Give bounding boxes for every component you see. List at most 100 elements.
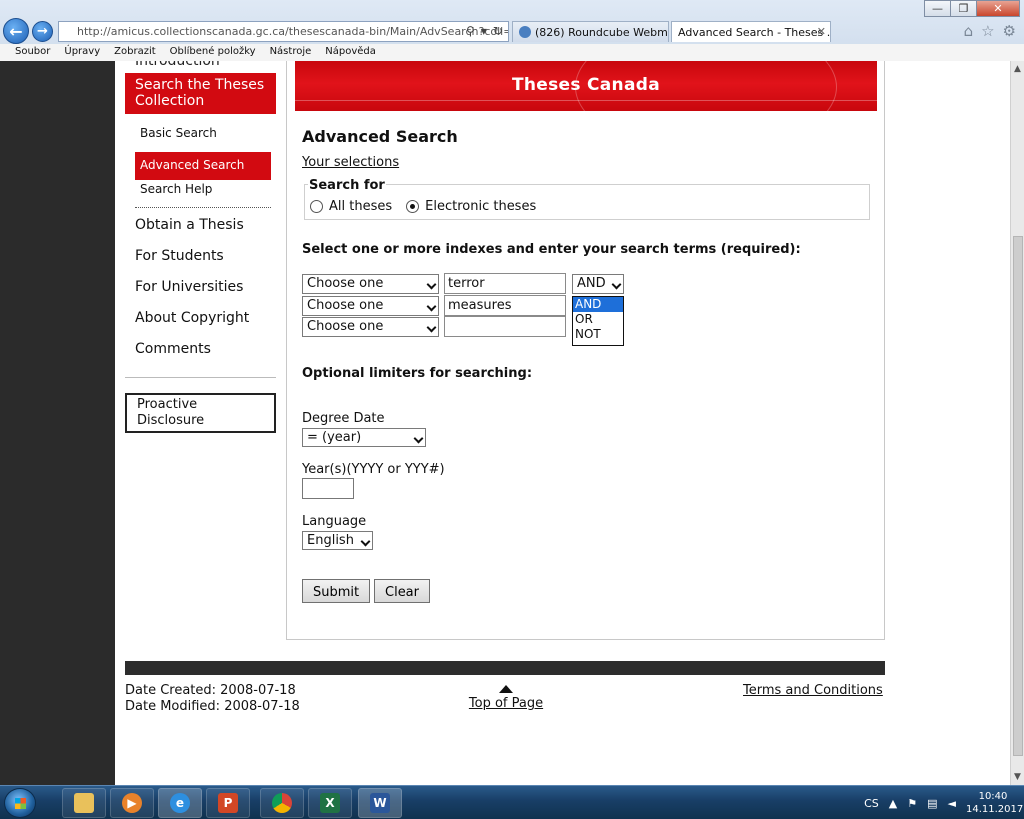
gear-icon[interactable]: ⚙ (1003, 22, 1016, 40)
chevron-down-icon[interactable]: ▾ (481, 24, 487, 38)
scroll-thumb[interactable] (1013, 236, 1023, 756)
radio-all-theses-label[interactable]: All theses (329, 199, 392, 214)
arrow-right-icon: → (37, 24, 48, 39)
network-icon[interactable]: ▤ (927, 797, 937, 810)
language-select[interactable]: English (302, 531, 373, 550)
tab-advanced-search[interactable]: Advanced Search - Theses ... ✕ (671, 21, 831, 42)
taskbar-powerpoint[interactable]: P (206, 788, 250, 818)
your-selections-link[interactable]: Your selections (302, 155, 399, 170)
sidebar-main-nav: Obtain a Thesis For Students For Univers… (125, 208, 276, 378)
close-window-button[interactable]: ✕ (976, 0, 1020, 17)
system-tray: CS ▲ ⚑ ▤ ◄ 10:40 14.11.2017 (864, 788, 1023, 818)
address-text: http://amicus.collectionscanada.gc.ca/th… (77, 25, 508, 38)
close-tab-icon[interactable]: ✕ (817, 25, 826, 38)
degree-date-select[interactable]: = (year) (302, 428, 426, 447)
index-select-1[interactable]: Choose one (302, 274, 439, 294)
index-select-3[interactable]: Choose one (302, 317, 439, 337)
volume-icon[interactable]: ◄ (948, 797, 956, 810)
sidebar-item-advanced-search[interactable]: Advanced Search (135, 152, 271, 180)
arrow-left-icon: ← (9, 21, 23, 41)
sidebar-item-introduction[interactable]: Introduction (125, 61, 277, 73)
menu-favorites[interactable]: Oblíbené položky (170, 46, 256, 61)
scroll-down-icon[interactable]: ▼ (1011, 769, 1024, 785)
chrome-icon (272, 793, 292, 813)
top-of-page[interactable]: Top of Page (466, 683, 546, 711)
proactive-disclosure-link[interactable]: Proactive Disclosure (125, 393, 276, 433)
back-button[interactable]: ← (3, 18, 29, 44)
operator-option-not[interactable]: NOT (573, 327, 623, 342)
clock[interactable]: 10:40 14.11.2017 (966, 790, 1023, 816)
menu-tools[interactable]: Nástroje (270, 46, 312, 61)
operator-option-or[interactable]: OR (573, 312, 623, 327)
menu-file[interactable]: Soubor (15, 46, 50, 61)
restore-button[interactable]: ❐ (950, 0, 977, 17)
excel-icon: X (320, 793, 340, 813)
operator-option-and[interactable]: AND (573, 297, 623, 312)
address-bar[interactable]: http://amicus.collectionscanada.gc.ca/th… (58, 21, 509, 42)
sidebar-item-basic-search[interactable]: Basic Search (135, 124, 277, 152)
taskbar-word[interactable]: W (358, 788, 402, 818)
sidebar-item-copyright[interactable]: About Copyright (125, 309, 276, 340)
index-select-value: Choose one (307, 276, 384, 291)
taskbar-explorer[interactable] (62, 788, 106, 818)
operator-select[interactable]: AND (572, 274, 624, 294)
date-created: Date Created: 2008-07-18 (125, 683, 296, 698)
tab-label: Advanced Search - Theses ... (678, 26, 831, 39)
search-icon[interactable]: ⚲ (466, 24, 475, 38)
word-icon: W (370, 793, 390, 813)
sidebar-section-search[interactable]: Search the Theses Collection (125, 73, 276, 114)
top-of-page-link[interactable]: Top of Page (466, 696, 546, 711)
indexes-label: Select one or more indexes and enter you… (302, 242, 801, 257)
home-icon[interactable]: ⌂ (964, 22, 974, 40)
index-select-2[interactable]: Choose one (302, 296, 439, 316)
taskbar-excel[interactable]: X (308, 788, 352, 818)
browser-toolbar: ⌂ ☆ ⚙ (964, 22, 1016, 40)
page-title: Advanced Search (302, 127, 458, 146)
menu-help[interactable]: Nápověda (325, 46, 376, 61)
language-indicator[interactable]: CS (864, 797, 879, 810)
start-button[interactable] (4, 788, 36, 818)
powerpoint-icon: P (218, 793, 238, 813)
chevron-down-icon (413, 433, 424, 444)
chevron-down-icon (426, 279, 437, 290)
radio-electronic-theses[interactable] (406, 200, 420, 213)
sidebar-item-obtain-thesis[interactable]: Obtain a Thesis (125, 216, 276, 247)
taskbar: ▶ e P X W CS ▲ ⚑ ▤ ◄ 10:40 14.11.2017 (0, 785, 1024, 819)
chevron-up-icon[interactable]: ▲ (889, 797, 897, 810)
years-input[interactable] (302, 478, 354, 499)
clear-button[interactable]: Clear (374, 579, 430, 603)
taskbar-chrome[interactable] (260, 788, 304, 818)
forward-button[interactable]: → (32, 21, 53, 42)
taskbar-media[interactable]: ▶ (110, 788, 154, 818)
search-term-input-1[interactable]: terror (444, 273, 566, 294)
sidebar: Introduction Search the Theses Collectio… (125, 61, 277, 433)
scroll-up-icon[interactable]: ▲ (1011, 61, 1024, 77)
menu-edit[interactable]: Úpravy (64, 46, 100, 61)
operator-dropdown-list: AND OR NOT (572, 296, 624, 346)
banner-title: Theses Canada (512, 75, 660, 95)
search-term-input-2[interactable]: measures (444, 295, 566, 316)
sidebar-item-comments[interactable]: Comments (125, 340, 276, 371)
page-scrollbar[interactable]: ▲ ▼ (1010, 61, 1024, 785)
footer-dates: Date Created: 2008-07-18 Date Modified: … (125, 683, 300, 715)
refresh-icon[interactable]: ↻ (493, 24, 503, 38)
tab-webmail[interactable]: (826) Roundcube Webmail :: Př... (512, 21, 669, 42)
radio-all-theses[interactable] (310, 200, 323, 213)
terms-link[interactable]: Terms and Conditions (743, 683, 883, 698)
menu-view[interactable]: Zobrazit (114, 46, 156, 61)
submit-button[interactable]: Submit (302, 579, 371, 603)
radio-electronic-theses-label[interactable]: Electronic theses (425, 199, 536, 214)
flag-icon[interactable]: ⚑ (907, 797, 917, 810)
sidebar-item-universities[interactable]: For Universities (125, 278, 276, 309)
star-icon[interactable]: ☆ (981, 22, 994, 40)
minimize-button[interactable]: — (924, 0, 951, 17)
index-select-value: Choose one (307, 298, 384, 313)
main-content: Theses Canada Advanced Search Your selec… (286, 61, 885, 640)
menu-bar: Soubor Úpravy Zobrazit Oblíbené položky … (0, 44, 1024, 61)
taskbar-ie[interactable]: e (158, 788, 202, 818)
sidebar-item-students[interactable]: For Students (125, 247, 276, 278)
operator-select-value: AND (577, 276, 606, 291)
sidebar-item-search-help[interactable]: Search Help (135, 180, 271, 208)
search-term-input-3[interactable] (444, 316, 566, 337)
index-select-value: Choose one (307, 319, 384, 334)
